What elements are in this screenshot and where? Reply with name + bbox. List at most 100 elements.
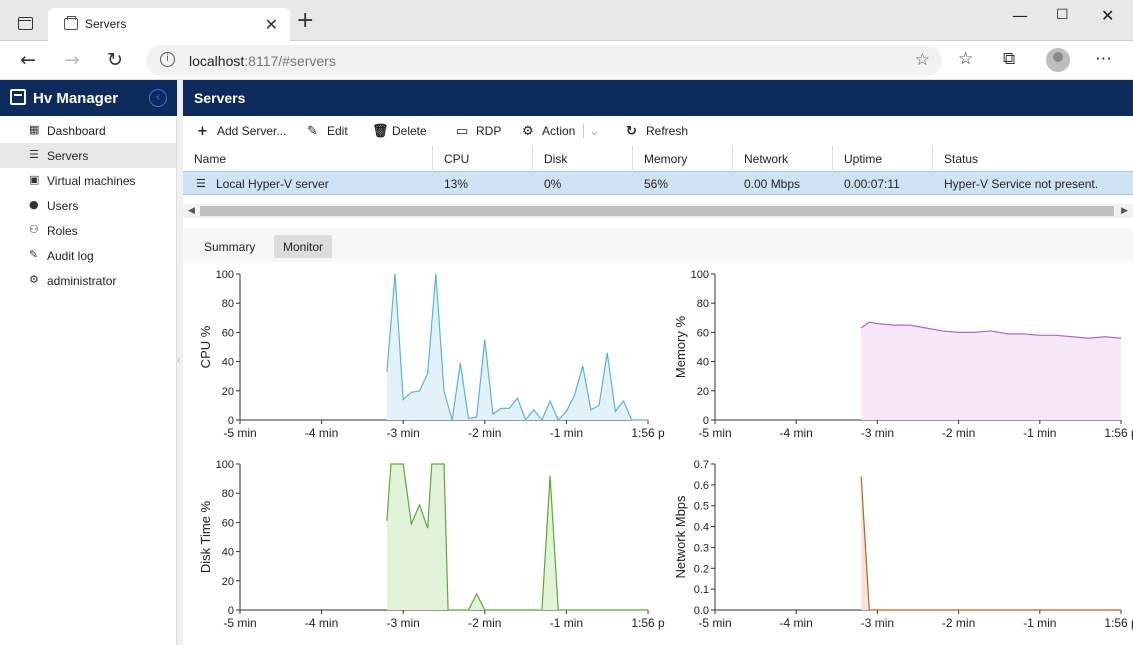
sidebar-item-dashboard[interactable]: ▦ Dashboard — [0, 118, 176, 143]
y-tick-label: 20 — [697, 386, 709, 398]
sidebar-item-audit-log[interactable]: ✎ Audit log — [0, 243, 176, 268]
add-favorite-icon[interactable]: ☆ — [915, 50, 930, 70]
refresh-button[interactable]: ↻ Refresh — [626, 124, 688, 139]
tab-title: Servers — [85, 17, 127, 31]
cell-cpu: 13% — [444, 177, 469, 191]
gear-icon: ⚙ — [522, 124, 534, 139]
tab-actions-icon[interactable] — [18, 17, 33, 30]
back-icon[interactable]: ← — [20, 49, 36, 71]
info-icon[interactable]: i — [160, 52, 175, 67]
dashboard-icon: ▦ — [29, 123, 40, 136]
action-label: Action — [542, 124, 576, 138]
x-tick-label: -4 min — [780, 616, 813, 630]
y-tick-label: 0.7 — [694, 459, 709, 471]
series-area — [386, 464, 648, 610]
maximize-icon[interactable]: ☐ — [1056, 7, 1069, 23]
vm-icon: ▣ — [29, 173, 40, 186]
column-header-status[interactable]: Status — [933, 146, 1133, 170]
minimize-icon[interactable]: — — [1012, 6, 1028, 25]
toolbar: + Add Server... ✎ Edit 🗑 Delete ▭ RDP ⚙ Actio… — [183, 117, 1133, 145]
url-field[interactable]: i localhost:8117/#servers ☆ — [146, 45, 942, 76]
add-server-button[interactable]: + Add Server... — [197, 124, 286, 139]
scroll-left-icon[interactable]: ◀ — [188, 205, 195, 216]
forward-icon[interactable]: → — [64, 49, 80, 71]
y-tick-label: 100 — [216, 459, 234, 471]
sidebar-item-users[interactable]: ● Users — [0, 193, 176, 218]
x-tick-label: -3 min — [861, 616, 894, 630]
cell-status: Hyper-V Service not present. — [944, 177, 1099, 191]
profile-avatar[interactable] — [1046, 48, 1070, 72]
table-row[interactable]: ☰ Local Hyper-V server 13% 0% 56% 0.00 M… — [183, 171, 1133, 195]
column-header-uptime[interactable]: Uptime — [833, 146, 933, 170]
column-header-cpu[interactable]: CPU — [433, 146, 533, 170]
y-tick-label: 0.5 — [694, 501, 709, 513]
brand-header: Hv Manager ‹ — [0, 80, 177, 116]
detail-tabs: Summary Monitor — [183, 228, 1133, 262]
sidebar-item-label: Audit log — [47, 249, 94, 263]
column-header-name[interactable]: Name — [183, 146, 433, 170]
more-menu-icon[interactable]: ⋯ — [1095, 49, 1112, 69]
delete-button[interactable]: 🗑 Delete — [372, 124, 427, 139]
y-axis-label: Disk Time % — [198, 500, 213, 573]
tab-summary[interactable]: Summary — [195, 235, 264, 258]
y-axis-label: Memory % — [673, 316, 688, 379]
y-tick-label: 0.6 — [694, 480, 709, 492]
series-area — [861, 322, 1121, 420]
scroll-right-icon[interactable]: ▶ — [1121, 205, 1128, 216]
rdp-button[interactable]: ▭ RDP — [456, 124, 501, 139]
x-tick-label: -5 min — [698, 426, 731, 440]
sidebar-item-roles[interactable]: ⚇ Roles — [0, 218, 176, 243]
column-header-network[interactable]: Network — [733, 146, 833, 170]
cell-memory: 56% — [644, 177, 669, 191]
sidebar-item-label: Dashboard — [47, 124, 106, 138]
x-tick-label: -2 min — [942, 616, 975, 630]
y-tick-label: 20 — [222, 576, 234, 588]
new-tab-icon[interactable]: + — [296, 10, 314, 32]
action-button[interactable]: ⚙ Action ⌄ — [522, 124, 600, 139]
x-tick-label: -2 min — [468, 426, 501, 440]
y-axis-label: Network Mbps — [673, 495, 688, 579]
series-line — [860, 476, 1121, 611]
sidebar-item-servers[interactable]: ☰ Servers — [0, 143, 176, 168]
y-tick-label: 60 — [222, 327, 234, 339]
x-tick-label: -5 min — [223, 616, 256, 630]
reload-icon[interactable]: ↻ — [107, 49, 123, 71]
close-tab-icon[interactable]: ✕ — [265, 15, 278, 35]
collapse-sidebar-icon[interactable]: ‹ — [149, 89, 167, 107]
sidebar-item-label: Servers — [47, 149, 89, 163]
y-tick-label: 40 — [222, 357, 234, 369]
tab-monitor[interactable]: Monitor — [274, 235, 333, 258]
horizontal-scrollbar[interactable]: ◀ ▶ — [183, 204, 1133, 218]
scrollbar-thumb[interactable] — [200, 206, 1114, 216]
page-title: Servers — [194, 90, 246, 106]
cell-uptime: 0.00:07:11 — [844, 177, 900, 191]
browser-titlebar: Servers ✕ + — ☐ ✕ — [0, 0, 1133, 41]
refresh-label: Refresh — [646, 124, 689, 138]
sidebar-item-label: Virtual machines — [47, 174, 136, 188]
x-tick-label: -4 min — [305, 616, 338, 630]
y-tick-label: 80 — [222, 488, 234, 500]
favorites-icon[interactable]: ☆ — [958, 49, 973, 69]
x-tick-label: -5 min — [223, 426, 256, 440]
close-window-icon[interactable]: ✕ — [1101, 6, 1114, 25]
trash-icon: 🗑 — [372, 124, 389, 139]
edit-button[interactable]: ✎ Edit — [307, 124, 348, 139]
x-tick-label: -4 min — [780, 426, 813, 440]
collections-icon[interactable]: ⧉ — [1003, 49, 1015, 69]
browser-tab[interactable]: Servers ✕ — [48, 8, 290, 41]
sidebar-item-virtual-machines[interactable]: ▣ Virtual machines — [0, 168, 176, 193]
x-tick-label: 1:56 p — [631, 426, 665, 440]
sidebar-item-administrator[interactable]: ⚙ administrator — [0, 268, 176, 293]
column-header-disk[interactable]: Disk — [533, 146, 633, 170]
x-tick-label: -2 min — [468, 616, 501, 630]
sidebar-item-label: Users — [47, 199, 79, 213]
audit-icon: ✎ — [29, 248, 39, 261]
column-header-memory[interactable]: Memory — [633, 146, 733, 170]
chevron-down-icon[interactable]: ⌄ — [583, 124, 600, 138]
x-tick-label: -1 min — [1023, 616, 1056, 630]
address-bar-row: ← → ↻ i localhost:8117/#servers ☆ ☆ ⧉ ⋯ — [0, 41, 1133, 80]
y-tick-label: 0.4 — [694, 522, 709, 534]
y-tick-label: 80 — [222, 298, 234, 310]
y-tick-label: 100 — [216, 269, 234, 281]
x-tick-label: -4 min — [305, 426, 338, 440]
